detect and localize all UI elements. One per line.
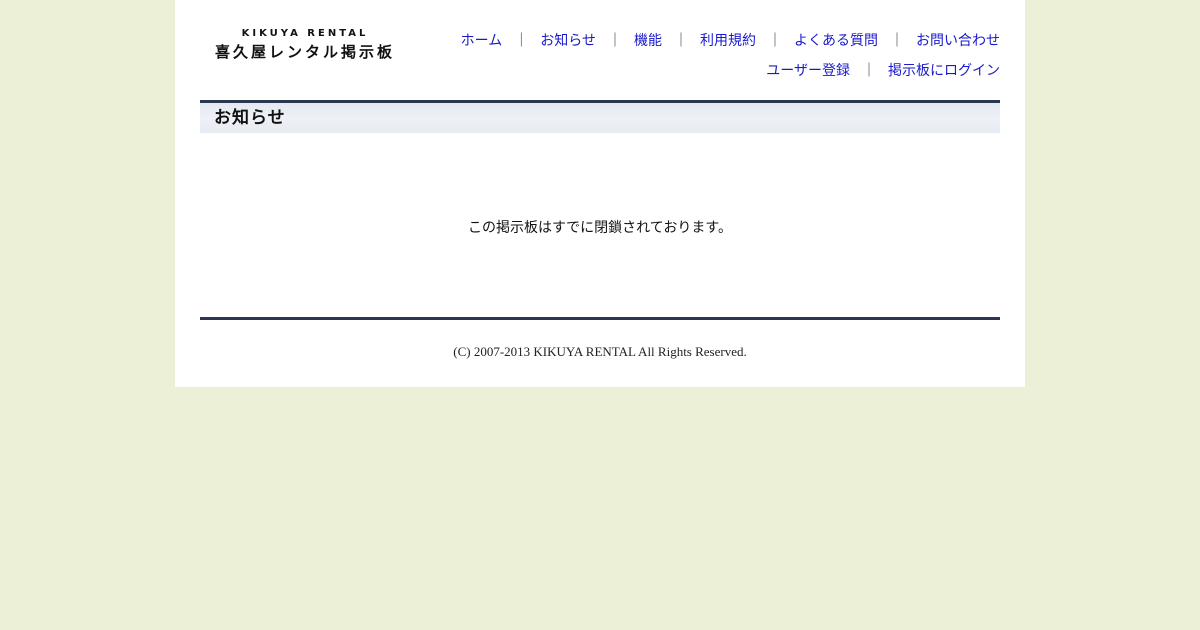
nav-link-news[interactable]: お知らせ	[540, 33, 596, 49]
nav-link-contact[interactable]: お問い合わせ	[916, 33, 1000, 49]
section-title: お知らせ	[214, 108, 286, 128]
footer-divider	[200, 317, 1000, 320]
nav-link-login[interactable]: 掲示板にログイン	[888, 63, 1000, 79]
copyright-text: (C) 2007-2013 KIKUYA RENTAL All Rights R…	[453, 344, 747, 359]
nav-row-primary: ホーム ｜ お知らせ ｜ 機能 ｜ 利用規約 ｜ よくある質問 ｜ お問い合わせ	[461, 30, 1000, 60]
nav-separator: ｜	[608, 33, 622, 49]
nav-separator: ｜	[514, 33, 529, 49]
nav-separator: ｜	[890, 33, 904, 49]
nav-separator: ｜	[862, 63, 876, 79]
logo-english-text: KIKUYA RENTAL	[241, 28, 369, 39]
header-nav: ホーム ｜ お知らせ ｜ 機能 ｜ 利用規約 ｜ よくある質問 ｜ お問い合わせ ユーザー登録 ｜ 掲示…	[461, 30, 1000, 90]
nav-link-faq[interactable]: よくある質問	[794, 33, 878, 49]
nav-link-register[interactable]: ユーザー登録	[766, 63, 850, 79]
closure-message: この掲示板はすでに閉鎖されております。	[468, 220, 732, 236]
nav-link-terms[interactable]: 利用規約	[700, 33, 756, 49]
logo-japanese-text: 喜久屋レンタル掲示板	[214, 43, 395, 61]
nav-separator: ｜	[674, 33, 688, 49]
site-logo[interactable]: KIKUYA RENTAL 喜久屋レンタル掲示板	[210, 28, 400, 62]
nav-separator: ｜	[768, 33, 782, 49]
section-header-bar: お知らせ	[200, 100, 1000, 133]
nav-link-features[interactable]: 機能	[634, 33, 662, 49]
page-container: KIKUYA RENTAL 喜久屋レンタル掲示板 ホーム ｜ お知らせ ｜ 機能 ｜ 利用規…	[175, 0, 1025, 387]
nav-row-secondary: ユーザー登録 ｜ 掲示板にログイン	[461, 60, 1000, 90]
nav-link-home[interactable]: ホーム	[461, 33, 503, 49]
